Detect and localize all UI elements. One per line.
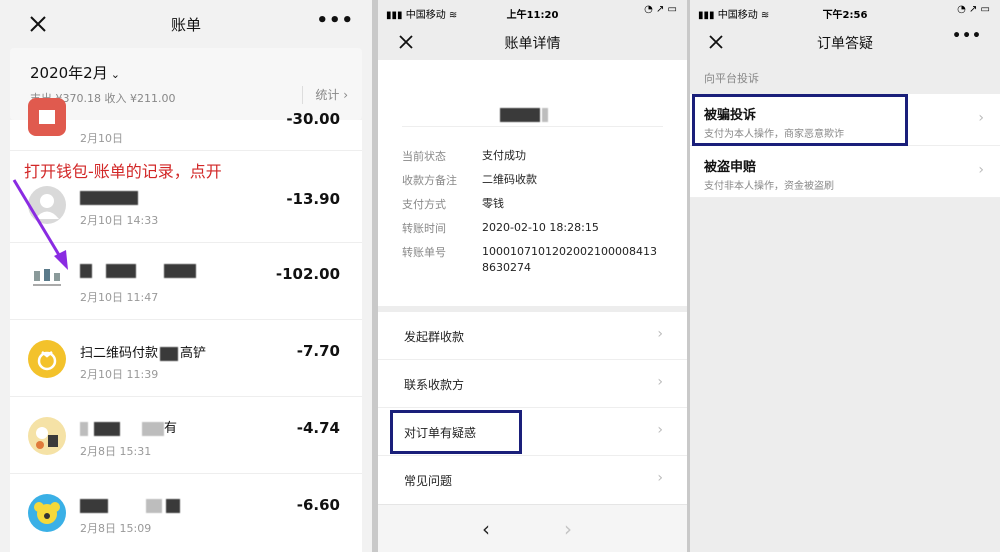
- bill-name-suffix: 高铲: [180, 346, 207, 361]
- forward-arrow-icon[interactable]: ›: [564, 517, 572, 541]
- highlight-box: [390, 410, 522, 454]
- payee-name-redacted: [500, 104, 548, 122]
- detail-value: 二维码收款: [482, 173, 537, 186]
- chevron-right-icon: ›: [657, 470, 663, 486]
- menu-contact-payee[interactable]: 联系收款方 ›: [378, 360, 687, 408]
- gift-icon: [28, 98, 66, 136]
- detail-label: 转账单号: [402, 246, 446, 259]
- clock: 上午11:20: [506, 10, 559, 21]
- bill-name-redacted: [80, 190, 138, 205]
- koala-avatar-icon: [28, 494, 66, 532]
- section-header: 向平台投诉: [704, 72, 759, 85]
- detail-label: 收款方备注: [402, 174, 457, 187]
- chevron-right-icon: ›: [657, 422, 663, 438]
- detail-value: 1000107101202002100008413 8630274: [482, 245, 657, 274]
- status-bar: ▮▮▮ 中国移动 ≋ 下午2:56 ◔ ↗ ▭: [690, 0, 1000, 24]
- clock: 下午2:56: [822, 10, 868, 21]
- divider: [402, 126, 663, 127]
- bill-time: 2月10日 14:33: [80, 214, 159, 227]
- bill-row[interactable]: 扫二维码付款 高铲 2月10日 11:39 -7.70: [10, 320, 362, 397]
- detail-label: 当前状态: [402, 150, 446, 163]
- bill-name-redacted: [80, 498, 180, 513]
- bill-time: 2月8日 15:31: [80, 445, 152, 458]
- bill-row[interactable]: 有 2月8日 15:31 -4.74: [10, 397, 362, 474]
- detail-value: 零钱: [482, 197, 504, 210]
- detail-card: 当前状态 支付成功 收款方备注 二维码收款 支付方式 零钱 转账时间 2020-02-1…: [378, 60, 687, 306]
- bill-amount: -4.74: [296, 419, 340, 437]
- nav-bar: 账单详情: [378, 24, 687, 60]
- detail-label: 支付方式: [402, 198, 446, 211]
- bottom-nav-bar: ‹ ›: [378, 504, 687, 552]
- more-icon[interactable]: •••: [952, 28, 982, 44]
- detail-value: 支付成功: [482, 149, 526, 162]
- bill-amount: -7.70: [296, 342, 340, 360]
- detail-label: 转账时间: [402, 222, 446, 235]
- menu-label: 联系收款方: [404, 378, 465, 392]
- chevron-right-icon: ›: [657, 374, 663, 390]
- bill-row[interactable]: 2月10日 -30.00: [10, 74, 362, 151]
- chevron-right-icon: ›: [978, 162, 984, 178]
- bill-row[interactable]: 2月8日 15:09 -6.60: [10, 474, 362, 551]
- bill-name-text: 扫二维码付款: [80, 346, 159, 361]
- annotation-arrow-icon: [12, 179, 68, 270]
- bill-time: 2月10日: [80, 132, 123, 145]
- bill-name-redacted: [80, 263, 197, 278]
- bill-time: 2月10日 11:47: [80, 291, 159, 304]
- detail-value: 2020-02-10 18:28:15: [482, 221, 599, 234]
- bill-detail-screen: ▮▮▮ 中国移动 ≋ 上午11:20 ◔ ↗ ▭ 账单详情 当前状态 支付成功 收…: [378, 0, 687, 552]
- nav-bar: 账单 •••: [0, 4, 372, 40]
- chevron-right-icon: ›: [978, 110, 984, 126]
- nav-bar: 订单答疑 •••: [690, 24, 1000, 60]
- cartoon-avatar-icon: [28, 417, 66, 455]
- more-icon[interactable]: •••: [316, 10, 354, 31]
- battery-icon: ◔ ↗ ▭: [957, 4, 990, 15]
- bill-time: 2月10日 11:39: [80, 368, 159, 381]
- action-menu: 发起群收款 › 联系收款方 › 对订单有疑惑 › 常见问题 ›: [378, 312, 687, 504]
- theft-claim-item[interactable]: 被盗申赔 支付非本人操作，资金被盗刷 ›: [690, 146, 1000, 198]
- bill-amount: -6.60: [296, 496, 340, 514]
- back-arrow-icon[interactable]: ‹: [482, 517, 490, 541]
- menu-group-collect[interactable]: 发起群收款 ›: [378, 312, 687, 360]
- chevron-right-icon: ›: [657, 326, 663, 342]
- status-bar: ▮▮▮ 中国移动 ≋ 上午11:20 ◔ ↗ ▭: [378, 0, 687, 24]
- menu-label: 常见问题: [404, 474, 453, 488]
- bill-amount: -30.00: [286, 110, 340, 128]
- qr-pay-icon: [28, 340, 66, 378]
- bill-time: 2月8日 15:09: [80, 522, 152, 535]
- bill-list-screen: 账单 ••• 2020年2月 ⌄ 支出 ¥370.18 收入 ¥211.00 统计…: [0, 0, 372, 552]
- item-title: 被盗申赔: [704, 160, 757, 175]
- battery-icon: ◔ ↗ ▭: [644, 4, 677, 15]
- page-title: 账单详情: [504, 36, 561, 52]
- bill-name: 扫二维码付款 高铲: [80, 342, 206, 361]
- item-subtitle: 支付非本人操作，资金被盗刷: [704, 181, 834, 192]
- bill-name-redacted: 有: [80, 417, 177, 436]
- order-question-screen: ▮▮▮ 中国移动 ≋ 下午2:56 ◔ ↗ ▭ 订单答疑 ••• 向平台投诉 被…: [690, 0, 1000, 552]
- menu-label: 发起群收款: [404, 330, 465, 344]
- bill-name-suffix: 有: [164, 421, 178, 436]
- menu-faq[interactable]: 常见问题 ›: [378, 456, 687, 504]
- bill-amount: -13.90: [286, 190, 340, 208]
- highlight-box: [692, 94, 908, 146]
- bill-amount: -102.00: [275, 265, 340, 283]
